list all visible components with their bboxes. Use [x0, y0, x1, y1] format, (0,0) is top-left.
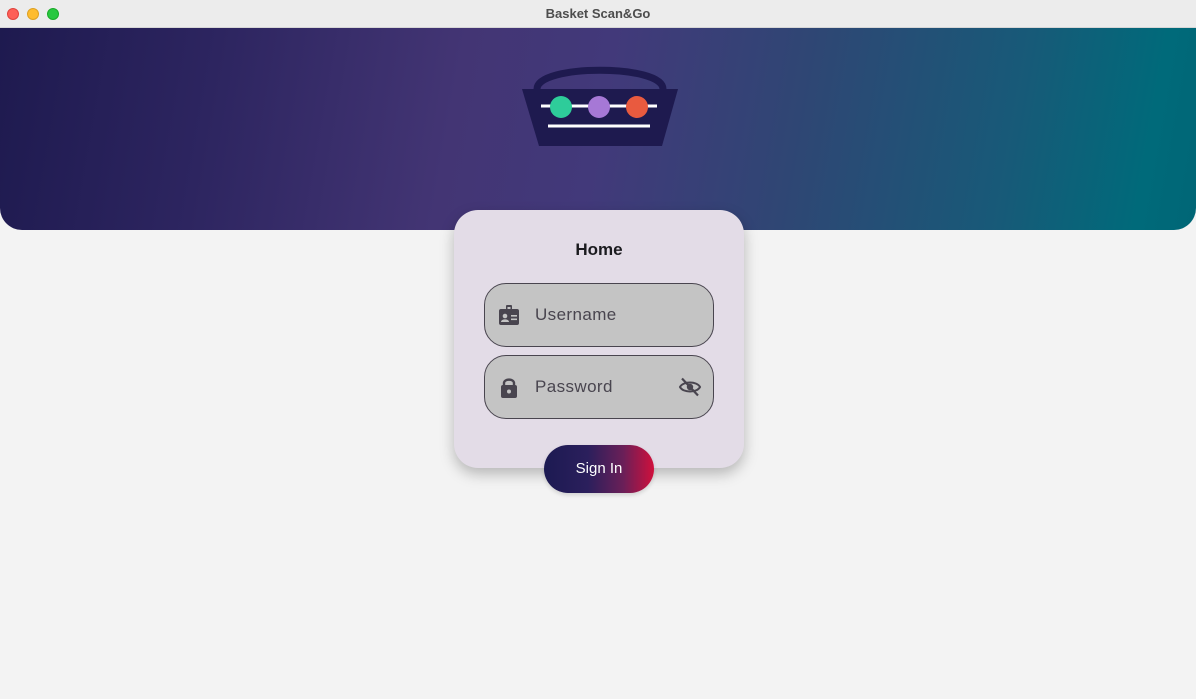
- visibility-off-icon[interactable]: [678, 376, 702, 398]
- username-field[interactable]: [484, 283, 714, 347]
- header-banner: [0, 28, 1196, 230]
- sign-in-button[interactable]: Sign In: [544, 445, 654, 493]
- app-window: Basket Scan&Go Home Username Sign In: [0, 0, 1196, 699]
- title-bar: Basket Scan&Go: [0, 0, 1196, 28]
- login-card: Home: [454, 210, 744, 468]
- badge-icon: [499, 305, 519, 325]
- password-field[interactable]: [484, 355, 714, 419]
- logo-dot-green: [550, 96, 572, 118]
- password-input[interactable]: [535, 356, 675, 418]
- username-input[interactable]: [535, 284, 675, 346]
- lock-icon: [501, 378, 517, 398]
- window-title: Basket Scan&Go: [545, 6, 651, 21]
- logo-dot-purple: [588, 96, 610, 118]
- logo-dot-orange: [626, 96, 648, 118]
- basket-logo-icon: [522, 66, 678, 146]
- card-title: Home: [575, 240, 623, 259]
